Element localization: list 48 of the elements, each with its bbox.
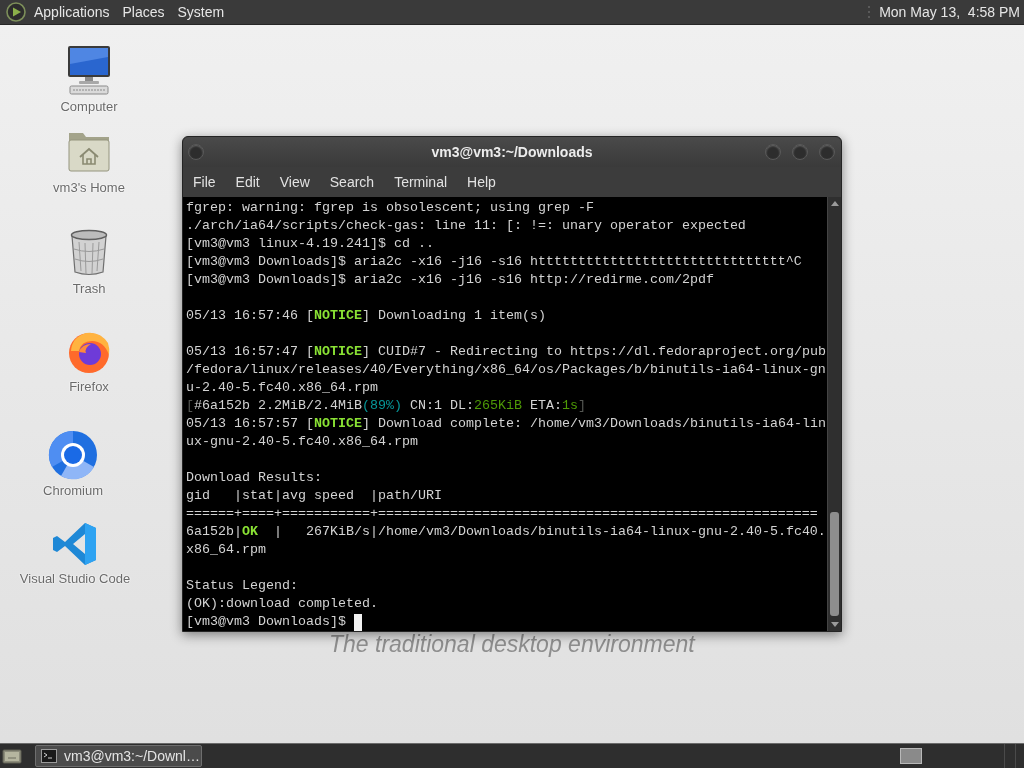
scrollbar-thumb[interactable] [830, 512, 839, 616]
menu-item[interactable]: Search [319, 169, 385, 195]
desktop-icon-label[interactable]: Firefox [69, 379, 109, 394]
terminal-line: ./arch/ia64/scripts/check-gas: line 11: [: !=: unary operator expected [186, 217, 746, 235]
terminal-line: [vm3@vm3 linux-4.19.241]$ cd .. [186, 235, 434, 253]
menu-item[interactable]: File [183, 169, 226, 195]
menu-item[interactable]: View [269, 169, 320, 195]
terminal-line: fgrep: warning: fgrep is obsolescent; using grep -F [186, 199, 594, 217]
terminal-line: [#6a152b 2.2MiB/2.4MiB(89%) CN:1 DL:265KiB ETA:1s] [186, 397, 586, 415]
menu-item[interactable]: Edit [225, 169, 270, 195]
desktop-icon-label[interactable]: Computer [60, 99, 118, 114]
panel-menu[interactable]: Places [116, 0, 171, 25]
panel-menu[interactable]: Applications [28, 0, 116, 25]
workspace-switcher[interactable] [900, 748, 922, 764]
terminal-line: [vm3@vm3 Downloads]$ aria2c -x16 -j16 -s16 httttttttttttttttttttttttttttttt^C [186, 253, 802, 271]
terminal-line: [vm3@vm3 Downloads]$ aria2c -x16 -j16 -s16 http://redirme.com/2pdf [186, 271, 714, 289]
chromium-logo-icon[interactable] [48, 430, 98, 480]
menu-item[interactable]: Terminal [384, 169, 458, 195]
desktop-icon-label[interactable]: Visual Studio Code [19, 571, 131, 586]
desktop-icon-label[interactable]: Trash [72, 281, 106, 296]
terminal-line: 05/13 16:57:57 [NOTICE] Download complete: /home/vm3/Downloads/binutils-ia64-lin [186, 415, 826, 433]
terminal-line: (OK):download completed. [186, 595, 378, 613]
terminal-line: Download Results: [186, 469, 322, 487]
terminal-line: ======+====+===========+======================================================= [186, 505, 818, 523]
clock[interactable]: Mon May 13, 4:58 PM [879, 1, 1024, 23]
trash-can-icon[interactable] [69, 229, 109, 277]
code-editor-logo-icon[interactable] [52, 521, 98, 567]
terminal-line: gid |stat|avg speed |path/URI [186, 487, 442, 505]
terminal-icon [41, 749, 57, 763]
taskbar-button[interactable]: vm3@vm3:~/Downl… [35, 745, 202, 767]
drag-handle-icon[interactable] [867, 3, 872, 21]
menu-logo-icon[interactable] [6, 2, 26, 22]
terminal-line: 6a152b|OK | 267KiB/s|/home/vm3/Downloads/binutils-ia64-linux-gnu-2.40-5.fc40. [186, 523, 826, 541]
terminal-line: x86_64.rpm [186, 541, 266, 559]
desktop-icon-label[interactable]: vm3's Home [53, 180, 125, 195]
scrollbar[interactable] [827, 197, 841, 631]
terminal-line: 05/13 16:57:46 [NOTICE] Downloading 1 item(s) [186, 307, 546, 325]
panel-menu[interactable]: System [171, 0, 231, 25]
window-title: vm3@vm3:~/Downloads [431, 142, 593, 162]
terminal-line: 05/13 16:57:47 [NOTICE] CUID#7 - Redirecting to https://dl.fedoraproject.org/pub [186, 343, 826, 361]
terminal-line: u-2.40-5.fc40.x86_64.rpm [186, 379, 378, 397]
terminal-line: /fedora/linux/releases/40/Everything/x86_64/os/Packages/b/binutils-ia64-linux-gn [186, 361, 826, 379]
terminal-line: Status Legend: [186, 577, 298, 595]
menu-item[interactable]: Help [457, 169, 506, 195]
terminal-line: [vm3@vm3 Downloads]$ [186, 613, 347, 631]
terminal-line: ux-gnu-2.40-5.fc40.x86_64.rpm [186, 433, 418, 451]
wallpaper-text: The traditional desktop environment [329, 632, 695, 656]
desktop-icon-label[interactable]: Chromium [43, 483, 103, 498]
